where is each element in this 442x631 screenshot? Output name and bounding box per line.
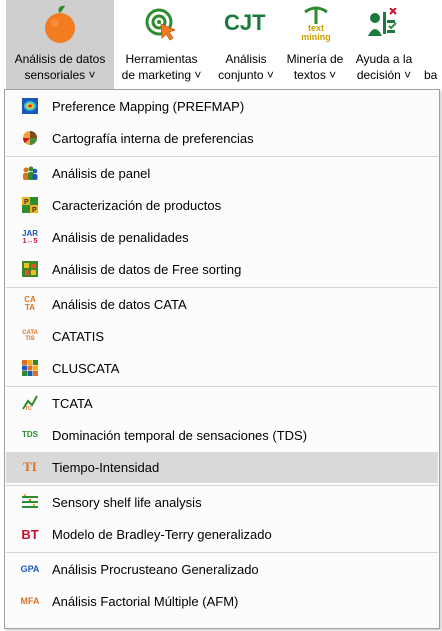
conjoint-analysis-button[interactable]: CJT Análisis conjunto ˅ bbox=[210, 0, 282, 90]
menu-separator bbox=[6, 156, 438, 157]
free-sorting-icon bbox=[22, 261, 38, 277]
menu-item-cata[interactable]: CA TA Análisis de datos CATA bbox=[6, 289, 438, 320]
menu-separator bbox=[6, 552, 438, 553]
orange-fruit-icon bbox=[45, 5, 75, 43]
tds-icon: TDS bbox=[22, 430, 38, 439]
product-grid-icon: P P bbox=[22, 197, 38, 213]
ribbon-label: Ayuda a la decisión ˅ bbox=[355, 52, 413, 82]
menu-item-time-intensity[interactable]: TI Tiempo-Intensidad bbox=[6, 452, 438, 483]
ribbon-label: Herramientas de marketing ˅ bbox=[121, 52, 202, 82]
menu-item-free-sorting[interactable]: Análisis de datos de Free sorting bbox=[6, 254, 438, 285]
sensory-analysis-dropdown-menu: Preference Mapping (PREFMAP) Cartografía… bbox=[4, 89, 440, 629]
menu-item-penalty-analysis[interactable]: JAR 1↔5 Análisis de penalidades bbox=[6, 222, 438, 253]
bt-icon: BT bbox=[21, 526, 39, 542]
target-cursor-icon bbox=[145, 8, 177, 41]
menu-item-shelf-life[interactable]: Sensory shelf life analysis bbox=[6, 487, 438, 518]
menu-item-bradley-terry[interactable]: BT Modelo de Bradley-Terry generalizado bbox=[6, 519, 438, 550]
menu-item-cluscata[interactable]: CLUSCATA bbox=[6, 353, 438, 384]
ti-icon: TI bbox=[23, 459, 37, 474]
menu-separator bbox=[6, 485, 438, 486]
menu-separator bbox=[6, 287, 438, 288]
mfa-icon: MFA bbox=[20, 595, 40, 606]
cata-icon: CA TA bbox=[24, 295, 36, 312]
menu-item-prefmap[interactable]: Preference Mapping (PREFMAP) bbox=[6, 91, 438, 122]
svg-text:P: P bbox=[24, 199, 29, 206]
ribbon-label: Análisis conjunto ˅ bbox=[218, 52, 274, 82]
shelf-life-icon bbox=[22, 494, 38, 510]
text-mining-button[interactable]: text mining Minería de textos ˅ bbox=[283, 0, 347, 90]
prefmap-icon bbox=[22, 98, 38, 114]
menu-item-internal-preference-mapping[interactable]: Cartografía interna de preferencias bbox=[6, 123, 438, 154]
text-mining-icon: text mining bbox=[299, 4, 333, 44]
ribbon-label: ba bbox=[424, 68, 438, 82]
menu-separator bbox=[6, 386, 438, 387]
menu-item-mfa[interactable]: MFA Análisis Factorial Múltiple (AFM) bbox=[6, 586, 438, 617]
menu-item-product-characterization[interactable]: P P Caracterización de productos bbox=[6, 190, 438, 221]
svg-text:P: P bbox=[32, 207, 37, 213]
cjt-icon: CJT bbox=[224, 10, 266, 35]
catatis-icon: CATA TIS bbox=[22, 330, 38, 342]
ribbon-toolbar: Análisis de datos sensoriales ˅ Herramie… bbox=[0, 0, 442, 90]
cluscata-icon bbox=[22, 360, 38, 376]
tcata-icon: TC bbox=[22, 395, 38, 411]
decision-aid-button[interactable]: Ayuda a la decisión ˅ bbox=[348, 0, 420, 90]
menu-item-tds[interactable]: TDS Dominación temporal de sensaciones (… bbox=[6, 420, 438, 451]
ribbon-label: Análisis de datos sensoriales ˅ bbox=[14, 52, 106, 82]
sensory-analysis-button[interactable]: Análisis de datos sensoriales ˅ bbox=[6, 0, 114, 90]
menu-item-tcata[interactable]: TC TCATA bbox=[6, 388, 438, 419]
jar-icon: JAR 1↔5 bbox=[22, 228, 39, 245]
panel-people-icon bbox=[22, 165, 38, 181]
gpa-icon: GPA bbox=[20, 563, 40, 574]
svg-text:TC: TC bbox=[25, 406, 32, 411]
pie-chart-icon bbox=[22, 130, 38, 146]
menu-item-catatis[interactable]: CATA TIS CATATIS bbox=[6, 321, 438, 352]
menu-item-panel-analysis[interactable]: Análisis de panel bbox=[6, 158, 438, 189]
decision-person-icon bbox=[368, 8, 397, 36]
cut-off-ribbon-button[interactable]: ba bbox=[422, 0, 442, 90]
marketing-tools-button[interactable]: Herramientas de marketing ˅ bbox=[114, 0, 209, 90]
ribbon-label: Minería de textos ˅ bbox=[286, 52, 344, 82]
menu-item-gpa[interactable]: GPA Análisis Procrusteano Generalizado bbox=[6, 554, 438, 585]
